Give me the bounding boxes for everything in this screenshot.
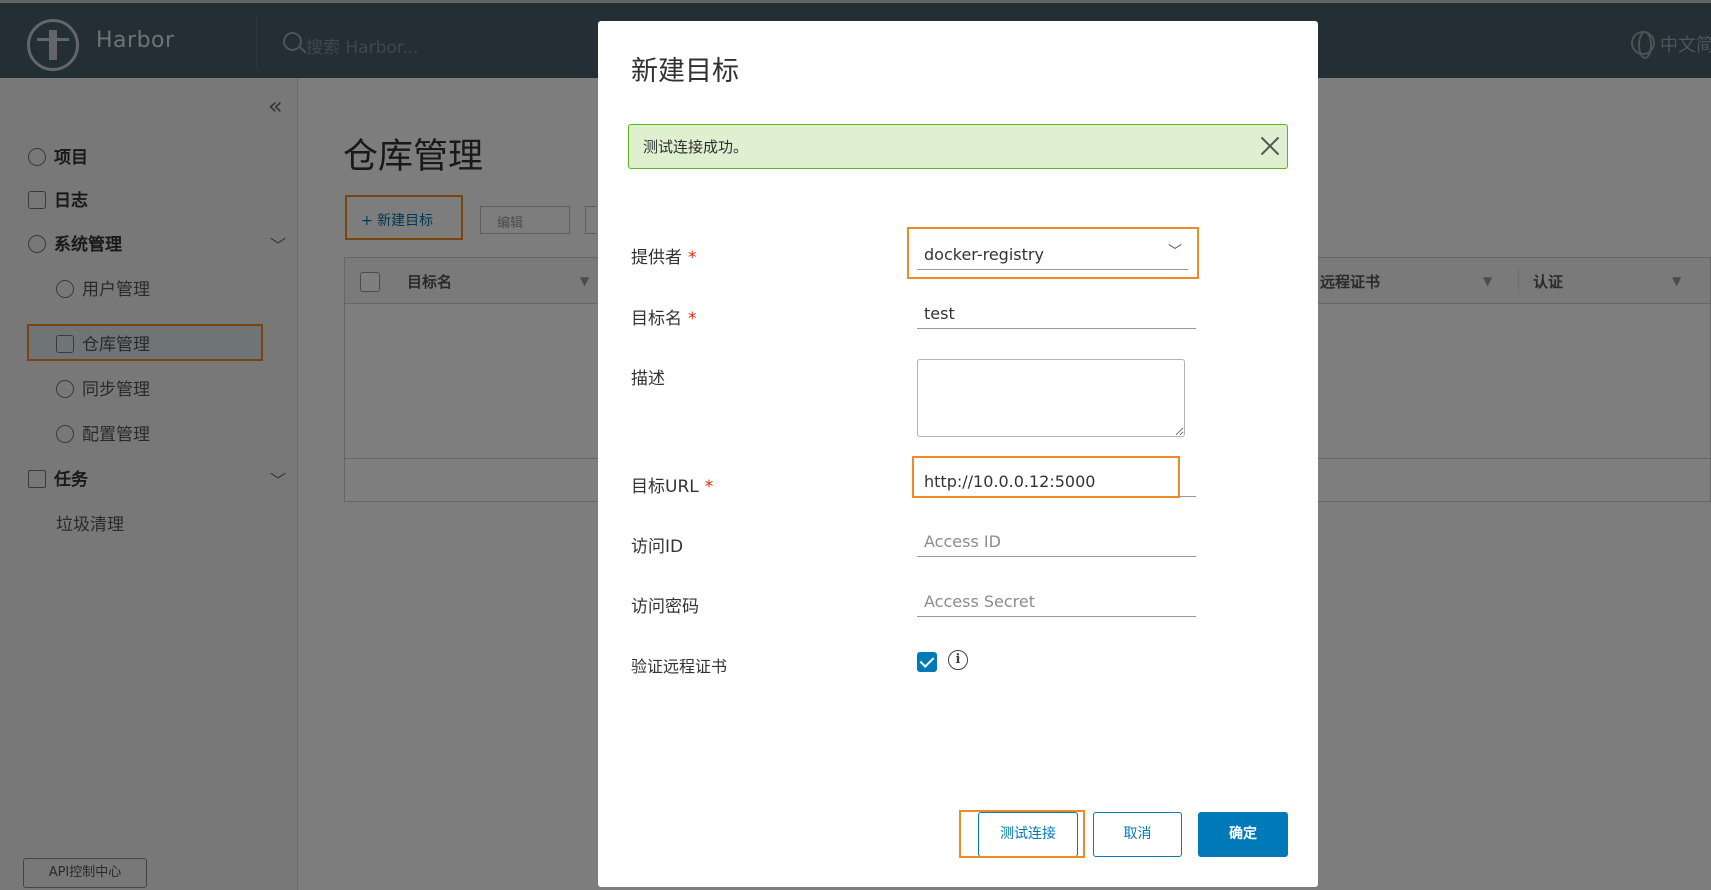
dialog-title: 新建目标 bbox=[631, 56, 739, 87]
info-icon[interactable]: i bbox=[948, 650, 968, 670]
chevron-down-icon: ﹀ bbox=[1168, 244, 1182, 260]
required-mark: * bbox=[704, 477, 714, 497]
target-url-label: 目标URL * bbox=[631, 477, 714, 497]
success-alert: 测试连接成功。 bbox=[628, 124, 1288, 169]
target-name-input[interactable] bbox=[917, 299, 1196, 329]
alert-message: 测试连接成功。 bbox=[643, 138, 749, 156]
access-id-label: 访问ID bbox=[631, 537, 684, 557]
verify-cert-checkbox[interactable] bbox=[917, 652, 937, 672]
required-mark: * bbox=[688, 309, 697, 329]
cancel-button[interactable]: 取消 bbox=[1093, 812, 1182, 857]
target-url-input[interactable] bbox=[917, 467, 1196, 497]
access-secret-input[interactable] bbox=[917, 587, 1196, 617]
description-textarea[interactable] bbox=[917, 359, 1185, 437]
close-icon[interactable] bbox=[1258, 132, 1282, 160]
access-secret-label: 访问密码 bbox=[631, 597, 699, 617]
provider-label: 提供者 * bbox=[631, 248, 697, 268]
description-label: 描述 bbox=[631, 369, 665, 389]
required-mark: * bbox=[688, 248, 697, 268]
provider-select[interactable]: docker-registry ﹀ bbox=[917, 240, 1188, 270]
confirm-button[interactable]: 确定 bbox=[1198, 812, 1288, 857]
target-name-label: 目标名 * bbox=[631, 309, 697, 329]
access-id-input[interactable] bbox=[917, 527, 1196, 557]
verify-cert-label: 验证远程证书 bbox=[631, 657, 728, 676]
test-connection-button[interactable]: 测试连接 bbox=[978, 812, 1078, 857]
new-target-dialog: 新建目标 测试连接成功。 提供者 * docker-registry ﹀ 目标名 *… bbox=[598, 21, 1318, 887]
